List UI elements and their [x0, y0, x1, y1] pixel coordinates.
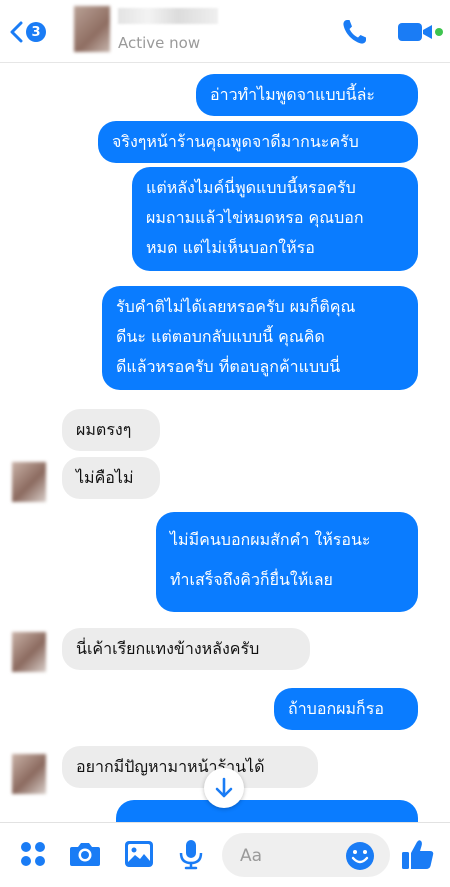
active-status: Active now	[118, 34, 201, 52]
phone-icon[interactable]	[340, 17, 370, 47]
contact-avatar	[12, 632, 46, 672]
thumbs-up-icon[interactable]	[400, 837, 436, 873]
message-bubble[interactable]: ผมตรงๆ	[62, 409, 160, 451]
camera-icon[interactable]	[68, 837, 102, 871]
message-bubble[interactable]: ถ้าบอกผมก็รอ	[274, 688, 418, 730]
message-bubble[interactable]: รับคำติไม่ได้เลยหรอครับ ผมก็ติคุณ ดีนะ แ…	[102, 286, 418, 390]
back-button[interactable]: 3	[8, 18, 52, 46]
back-chevron-icon	[10, 21, 23, 43]
contact-avatar	[12, 462, 46, 502]
contact-name-blurred[interactable]	[118, 8, 218, 24]
emoji-icon[interactable]	[344, 840, 376, 872]
more-apps-icon[interactable]	[16, 837, 50, 871]
contact-avatar	[12, 754, 46, 794]
contact-avatar[interactable]	[74, 6, 110, 52]
message-bubble[interactable]: จริงๆหน้าร้านคุณพูดจาดีมากนะครับ	[98, 121, 418, 163]
image-icon[interactable]	[122, 837, 156, 871]
message-bubble[interactable]: อ่าวทำไมพูดจาแบบนี้ล่ะ	[196, 74, 418, 116]
message-input[interactable]	[238, 843, 352, 869]
conversation-header: 3 Active now	[0, 0, 450, 63]
scroll-to-bottom-button[interactable]	[204, 768, 244, 808]
message-bubble[interactable]: นี่เค้าเรียกแทงข้างหลังครับ	[62, 628, 310, 670]
video-camera-icon[interactable]	[396, 20, 444, 44]
unread-badge: 3	[26, 22, 46, 42]
composer-toolbar	[0, 822, 450, 887]
arrow-down-icon	[215, 777, 233, 798]
microphone-icon[interactable]	[174, 837, 208, 871]
message-bubble[interactable]: แต่หลังไมค์นี่พูดแบบนี้หรอครับ ผมถามแล้ว…	[132, 167, 418, 271]
message-bubble[interactable]: อยากมีปัญหามาหน้าร้านได้	[62, 746, 318, 788]
message-bubble[interactable]: ไม่มีคนบอกผมสักคำ ให้รอนะ ทำเสร็จถึงคิวก…	[156, 512, 418, 612]
message-bubble[interactable]: ไม่คือไม่	[62, 457, 160, 499]
